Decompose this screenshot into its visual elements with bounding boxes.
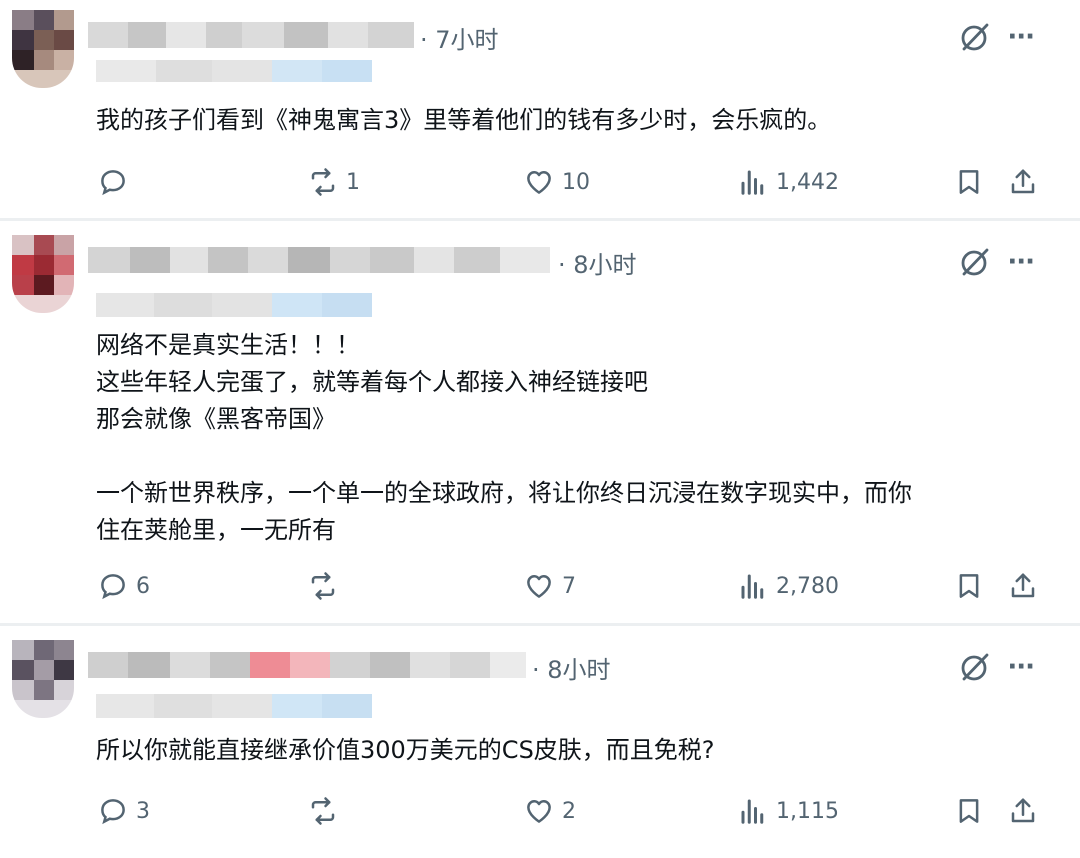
avatar[interactable] <box>12 10 74 88</box>
reply-icon <box>101 574 125 600</box>
author-handle-blurred[interactable] <box>96 694 372 718</box>
repost-icon <box>311 168 335 196</box>
repost-count: 1 <box>346 169 360 195</box>
reply-post[interactable]: · 8小时 ··· 网络不是真实生活！！！ 这些年轻人完蛋了，就等着每个人都接入… <box>0 221 1080 623</box>
post-time[interactable]: · 8小时 <box>532 650 611 685</box>
author-handle-blurred[interactable] <box>96 60 372 82</box>
author-name-blurred[interactable] <box>88 22 414 48</box>
reply-post[interactable]: · 8小时 ··· 所以你就能直接继承价值300万美元的CS皮肤，而且免税? 3… <box>0 626 1080 858</box>
post-time[interactable]: · 7小时 <box>420 20 499 55</box>
repost-icon <box>311 572 335 600</box>
reply-button[interactable]: 3 <box>98 791 150 831</box>
grok-icon[interactable] <box>958 245 992 279</box>
avatar[interactable] <box>12 640 74 718</box>
like-count: 2 <box>562 798 576 824</box>
views-icon <box>741 574 764 599</box>
reply-post[interactable]: · 7小时 ··· 我的孩子们看到《神鬼寓言3》里等着他们的钱有多少时，会乐疯的… <box>0 0 1080 218</box>
reply-feed: · 7小时 ··· 我的孩子们看到《神鬼寓言3》里等着他们的钱有多少时，会乐疯的… <box>0 0 1080 858</box>
share-icon <box>1011 798 1035 823</box>
like-button[interactable]: 7 <box>524 566 576 606</box>
repost-button[interactable]: 1 <box>308 162 360 202</box>
bookmark-button[interactable] <box>954 566 984 606</box>
repost-button[interactable] <box>308 566 346 606</box>
reply-icon <box>101 170 125 196</box>
heart-icon <box>527 575 551 598</box>
more-icon[interactable]: ··· <box>1007 652 1035 682</box>
views-count: 1,115 <box>776 798 839 824</box>
views-count: 1,442 <box>776 169 839 195</box>
reply-icon <box>101 799 125 825</box>
heart-icon <box>527 171 551 194</box>
action-bar: 6 7 2,780 <box>0 566 1080 606</box>
bookmark-button[interactable] <box>954 162 984 202</box>
reply-count: 3 <box>136 798 150 824</box>
author-name-blurred[interactable] <box>88 247 550 273</box>
share-icon <box>1011 169 1035 194</box>
share-button[interactable] <box>1008 566 1038 606</box>
post-text: 网络不是真实生活！！！ 这些年轻人完蛋了，就等着每个人都接入神经链接吧 那会就像… <box>96 331 912 544</box>
action-bar: 3 2 1,115 <box>0 791 1080 831</box>
more-icon[interactable]: ··· <box>1007 247 1035 277</box>
bookmark-icon <box>959 574 979 598</box>
grok-icon[interactable] <box>958 20 992 54</box>
reply-count: 6 <box>136 573 150 599</box>
avatar[interactable] <box>12 235 74 313</box>
views-icon <box>741 799 764 824</box>
views-button[interactable]: 1,115 <box>738 791 839 831</box>
share-icon <box>1011 573 1035 598</box>
reply-button[interactable]: 6 <box>98 566 150 606</box>
bookmark-icon <box>959 170 979 194</box>
post-text: 我的孩子们看到《神鬼寓言3》里等着他们的钱有多少时，会乐疯的。 <box>96 106 832 134</box>
bookmark-button[interactable] <box>954 791 984 831</box>
views-button[interactable]: 1,442 <box>738 162 839 202</box>
like-button[interactable]: 10 <box>524 162 590 202</box>
like-count: 10 <box>562 169 590 195</box>
more-icon[interactable]: ··· <box>1007 22 1035 52</box>
repost-icon <box>311 797 335 825</box>
like-button[interactable]: 2 <box>524 791 576 831</box>
post-time[interactable]: · 8小时 <box>558 245 637 280</box>
share-button[interactable] <box>1008 162 1038 202</box>
author-name-blurred[interactable] <box>88 652 526 678</box>
grok-icon[interactable] <box>958 650 992 684</box>
views-icon <box>741 170 764 195</box>
post-text: 所以你就能直接继承价值300万美元的CS皮肤，而且免税? <box>96 736 715 764</box>
action-bar: 1 10 1,442 <box>0 162 1080 202</box>
share-button[interactable] <box>1008 791 1038 831</box>
bookmark-icon <box>959 799 979 823</box>
views-button[interactable]: 2,780 <box>738 566 839 606</box>
repost-button[interactable] <box>308 791 346 831</box>
reply-button[interactable] <box>98 162 136 202</box>
views-count: 2,780 <box>776 573 839 599</box>
like-count: 7 <box>562 573 576 599</box>
heart-icon <box>527 800 551 823</box>
author-handle-blurred[interactable] <box>96 293 372 317</box>
